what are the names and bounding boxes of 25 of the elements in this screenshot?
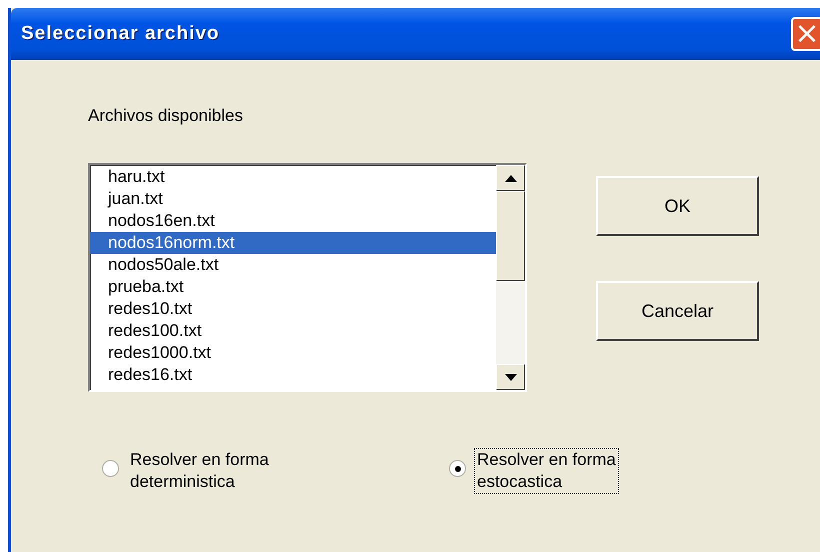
- file-item[interactable]: nodos16norm.txt: [90, 232, 496, 254]
- file-item[interactable]: redes16.txt: [90, 364, 496, 386]
- file-item[interactable]: redes1000.txt: [90, 342, 496, 364]
- list-label: Archivos disponibles: [88, 106, 244, 126]
- file-item[interactable]: haru.txt: [90, 166, 496, 188]
- scroll-down-button[interactable]: [496, 364, 525, 390]
- file-item[interactable]: prueba.txt: [90, 276, 496, 298]
- cancel-button[interactable]: Cancelar: [596, 281, 759, 341]
- file-item[interactable]: redes100.txt: [90, 320, 496, 342]
- radio-button[interactable]: [102, 460, 119, 477]
- radio-label[interactable]: Resolver en forma deterministica: [127, 448, 272, 494]
- file-item[interactable]: nodos50ale.txt: [90, 254, 496, 276]
- file-item[interactable]: nodos16en.txt: [90, 210, 496, 232]
- close-button[interactable]: ×: [791, 17, 820, 51]
- radio-label[interactable]: Resolver en forma estocastica: [474, 448, 619, 494]
- up-arrow-icon: [504, 174, 516, 182]
- file-item[interactable]: juan.txt: [90, 188, 496, 210]
- scroll-thumb[interactable]: [496, 191, 525, 281]
- file-item[interactable]: redes10.txt: [90, 298, 496, 320]
- radio-button[interactable]: [449, 460, 466, 477]
- window-title: Seleccionar archivo: [21, 23, 220, 45]
- ok-button[interactable]: OK: [596, 176, 759, 236]
- scrollbar[interactable]: [496, 165, 525, 390]
- down-arrow-icon: [504, 374, 516, 380]
- scroll-up-button[interactable]: [496, 165, 525, 191]
